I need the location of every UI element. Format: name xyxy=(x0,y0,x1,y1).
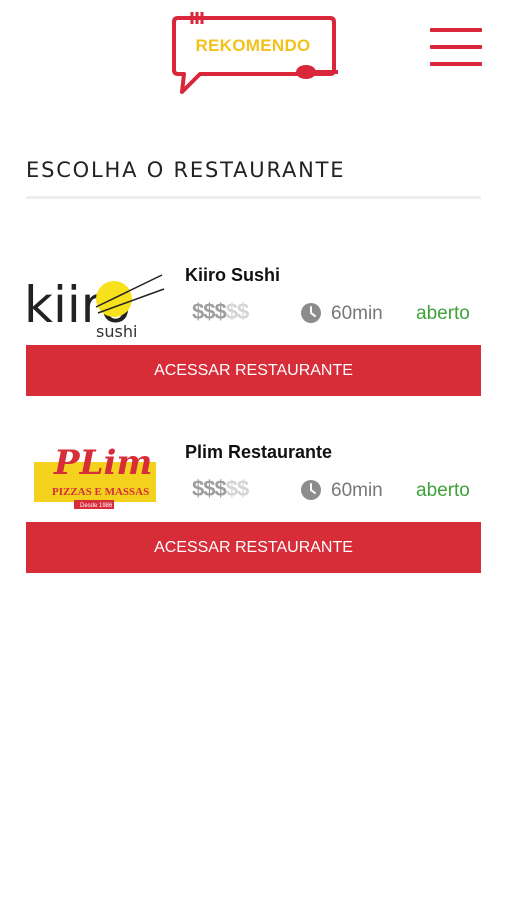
menu-bar xyxy=(430,62,482,66)
fork-icon xyxy=(190,12,204,24)
title-divider xyxy=(26,196,481,199)
logo-tagline: Desde 1986 xyxy=(80,503,113,509)
delivery-time: 60min xyxy=(331,480,383,501)
menu-bar xyxy=(430,45,482,49)
clock-icon xyxy=(301,480,321,500)
access-restaurant-button[interactable]: ACESSAR RESTAURANTE xyxy=(26,522,481,573)
logo-wordmark: REKOMENDO xyxy=(195,36,311,55)
delivery-time: 60min xyxy=(331,303,383,324)
kiiro-sushi-logo: kiiro sushi xyxy=(24,255,166,341)
logo-subtitle: sushi xyxy=(96,322,137,341)
logo-subtitle: PIZZAS E MASSAS xyxy=(52,486,149,498)
price-active: $$$ xyxy=(192,299,227,324)
status-badge: aberto xyxy=(416,303,470,324)
price-level: $$$$$ xyxy=(192,299,250,325)
rekomendo-logo[interactable]: REKOMENDO xyxy=(170,12,338,96)
plim-logo: PLim PIZZAS E MASSAS Desde 1986 xyxy=(26,432,166,518)
spoon-icon xyxy=(296,65,338,79)
menu-bar xyxy=(430,28,482,32)
logo-wordmark: PLim xyxy=(53,443,152,483)
price-level: $$$$$ xyxy=(192,476,250,502)
price-inactive: $$ xyxy=(225,299,250,324)
status-badge: aberto xyxy=(416,480,470,501)
restaurant-name: Plim Restaurante xyxy=(185,442,333,462)
price-active: $$$ xyxy=(192,476,227,501)
app-header: REKOMENDO xyxy=(0,0,506,110)
clock-icon xyxy=(301,303,321,323)
price-inactive: $$ xyxy=(225,476,250,501)
restaurant-name: Kiiro Sushi xyxy=(185,265,281,285)
access-restaurant-button[interactable]: ACESSAR RESTAURANTE xyxy=(26,345,481,396)
hamburger-menu-icon[interactable] xyxy=(430,28,482,68)
page-title: ESCOLHA O RESTAURANTE xyxy=(26,158,346,182)
